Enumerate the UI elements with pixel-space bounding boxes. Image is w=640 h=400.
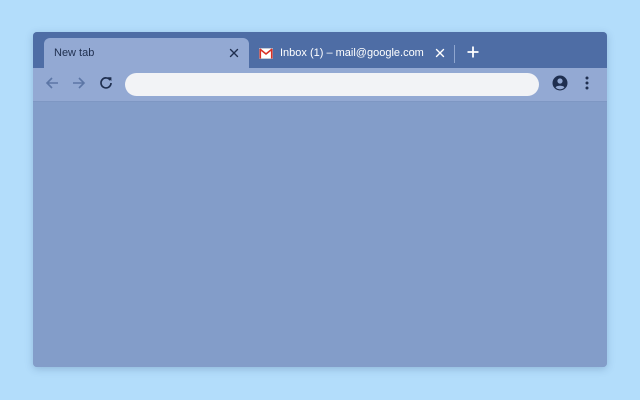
profile-button[interactable] xyxy=(549,74,571,96)
toolbar xyxy=(33,68,607,102)
address-input[interactable] xyxy=(125,73,539,96)
tab-title: New tab xyxy=(54,47,95,59)
arrow-left-icon xyxy=(45,76,59,95)
address-bar[interactable] xyxy=(125,73,539,96)
tab-strip: New tab Inbox (1) – mail@google.com xyxy=(33,32,607,68)
new-tab-button[interactable] xyxy=(463,44,483,64)
arrow-right-icon xyxy=(72,76,86,95)
reload-icon xyxy=(99,76,113,95)
gmail-icon xyxy=(259,47,273,59)
reload-button[interactable] xyxy=(95,74,117,96)
browser-window: New tab Inbox (1) – mail@google.com xyxy=(33,32,607,367)
page-content xyxy=(33,102,607,367)
back-button[interactable] xyxy=(41,74,63,96)
plus-icon xyxy=(467,45,479,63)
menu-button[interactable] xyxy=(576,74,598,96)
account-circle-icon xyxy=(552,75,568,96)
tab-separator xyxy=(454,45,455,63)
tab-title: Inbox (1) – mail@google.com xyxy=(280,47,424,59)
tab-inbox[interactable]: Inbox (1) – mail@google.com xyxy=(257,38,453,68)
forward-button[interactable] xyxy=(68,74,90,96)
close-icon[interactable] xyxy=(433,46,447,60)
close-icon[interactable] xyxy=(227,46,241,60)
tab-new-tab[interactable]: New tab xyxy=(44,38,249,68)
more-vert-icon xyxy=(585,76,589,95)
